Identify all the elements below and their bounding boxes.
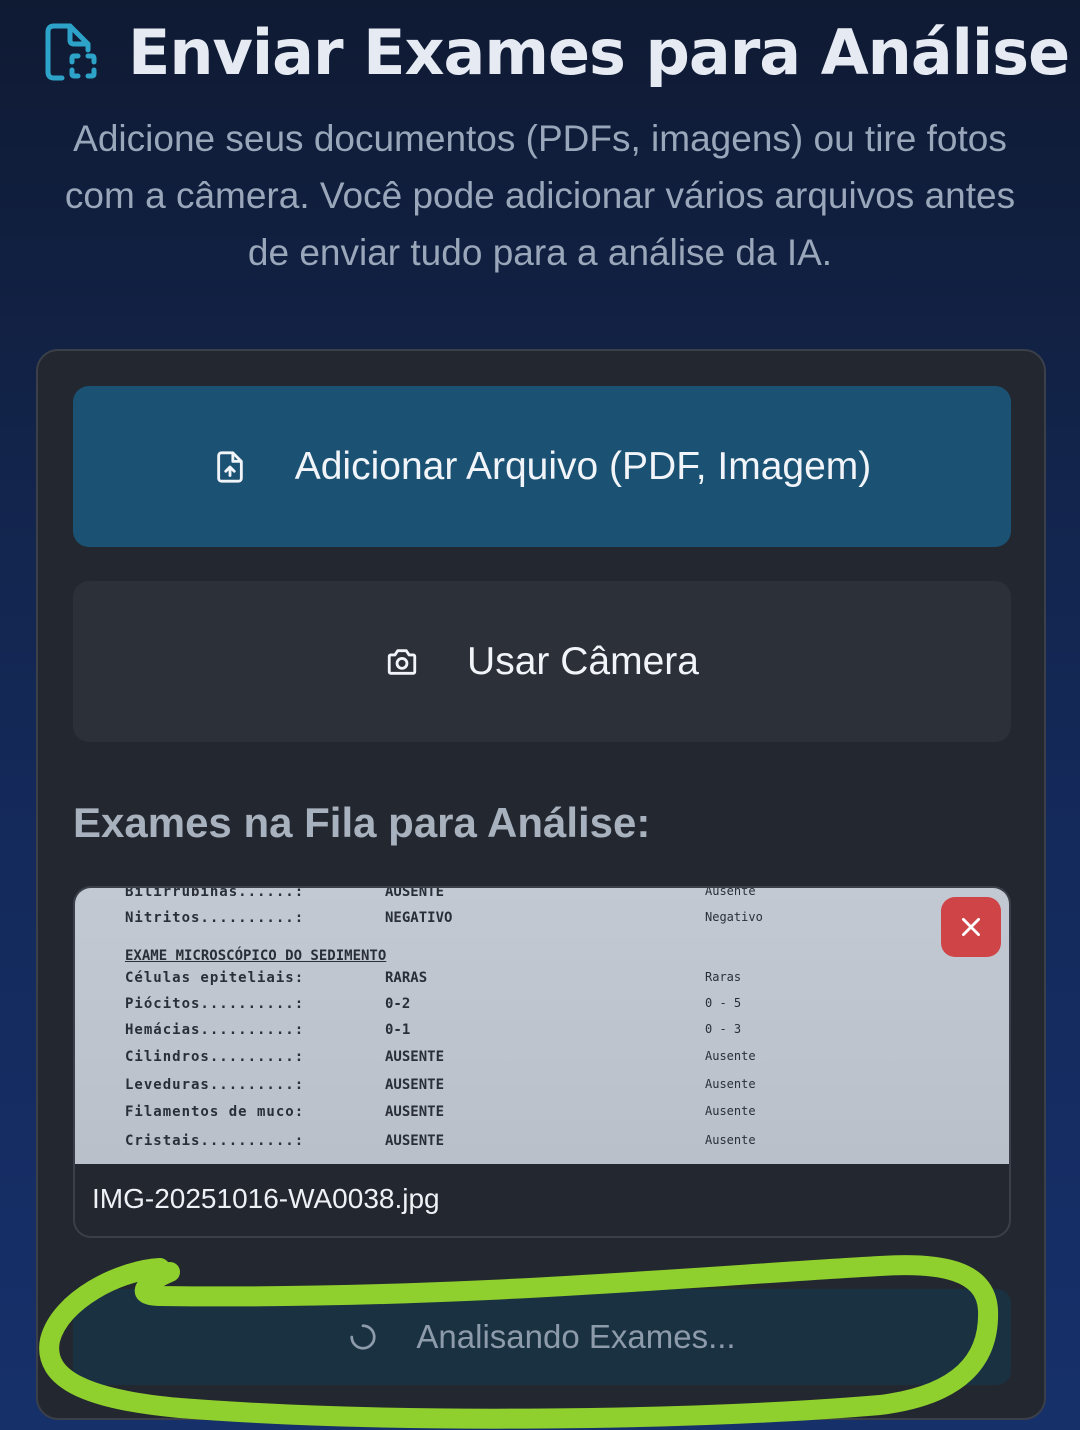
preview-section-title: EXAME MICROSCÓPICO DO SEDIMENTO [125, 948, 387, 964]
preview-value: AUSENTE [385, 1049, 445, 1065]
camera-button[interactable]: Usar Câmera [73, 581, 1011, 742]
preview-ref: Ausente [705, 1104, 756, 1118]
preview-row: Cilindros.........: AUSENTE Ausente [75, 1049, 1009, 1071]
preview-ref: Raras [705, 970, 742, 984]
preview-row: Células epiteliais: RARAS Raras [75, 970, 1009, 992]
page-header: Enviar Exames para Análise Adicione seus… [0, 0, 1080, 330]
file-name: IMG-20251016-WA0038.jpg [92, 1183, 440, 1214]
close-icon [962, 918, 980, 936]
preview-label: Bilirrubinas......: [125, 886, 305, 900]
queue-title: Exames na Fila para Análise: [73, 799, 651, 846]
file-preview-image: Bilirrubinas......: AUSENTE Ausente Nitr… [75, 888, 1009, 1164]
preview-value: RARAS [385, 970, 428, 986]
page-title: Enviar Exames para Análise [128, 15, 1070, 89]
preview-row: Cristais..........: AUSENTE Ausente [75, 1133, 1009, 1155]
preview-ref: 0 - 3 [705, 1022, 742, 1036]
analyze-button[interactable]: Analisando Exames... [73, 1289, 1011, 1385]
queued-file-item: Bilirrubinas......: AUSENTE Ausente Nitr… [73, 886, 1011, 1238]
file-scan-icon [45, 23, 97, 81]
camera-label: Usar Câmera [467, 639, 699, 683]
preview-ref: 0 - 5 [705, 996, 742, 1010]
preview-label: Nitritos..........: [125, 910, 305, 926]
upload-card: Adicionar Arquivo (PDF, Imagem) Usar Câm… [36, 349, 1046, 1420]
camera-icon [387, 648, 417, 675]
preview-value: 0-1 [385, 1022, 411, 1038]
preview-value: AUSENTE [385, 1104, 445, 1120]
preview-value: AUSENTE [385, 886, 445, 900]
preview-value: NEGATIVO [385, 910, 453, 926]
preview-row: Piócitos..........: 0-2 0 - 5 [75, 996, 1009, 1018]
preview-value: 0-2 [385, 996, 411, 1012]
preview-value: AUSENTE [385, 1133, 445, 1149]
preview-ref: Ausente [705, 1133, 756, 1147]
preview-ref: Ausente [705, 1049, 756, 1063]
preview-label: Células epiteliais: [125, 970, 305, 986]
analyze-label: Analisando Exames... [416, 1318, 736, 1355]
file-upload-icon [216, 450, 243, 483]
spinner-icon [350, 1324, 376, 1350]
preview-label: Filamentos de muco: [125, 1104, 305, 1120]
preview-row: Hemácias..........: 0-1 0 - 3 [75, 1022, 1009, 1044]
preview-value: AUSENTE [385, 1077, 445, 1093]
preview-ref: Negativo [705, 910, 763, 924]
preview-row: Leveduras.........: AUSENTE Ausente [75, 1077, 1009, 1099]
preview-ref: Ausente [705, 886, 756, 898]
preview-row: Nitritos..........: NEGATIVO Negativo [75, 910, 1009, 932]
preview-row: Bilirrubinas......: AUSENTE Ausente [75, 886, 1009, 906]
add-file-button[interactable]: Adicionar Arquivo (PDF, Imagem) [73, 386, 1011, 547]
preview-label: Hemácias..........: [125, 1022, 305, 1038]
preview-label: Cristais..........: [125, 1133, 305, 1149]
preview-label: Cilindros.........: [125, 1049, 305, 1065]
preview-ref: Ausente [705, 1077, 756, 1091]
preview-label: Piócitos..........: [125, 996, 305, 1012]
add-file-label: Adicionar Arquivo (PDF, Imagem) [294, 444, 872, 488]
page-subtitle: Adicione seus documentos (PDFs, imagens)… [64, 118, 1016, 273]
title-row: Enviar Exames para Análise [40, 12, 1070, 92]
preview-row: Filamentos de muco: AUSENTE Ausente [75, 1104, 1009, 1126]
preview-label: Leveduras.........: [125, 1077, 305, 1093]
remove-file-button[interactable] [941, 897, 1001, 957]
